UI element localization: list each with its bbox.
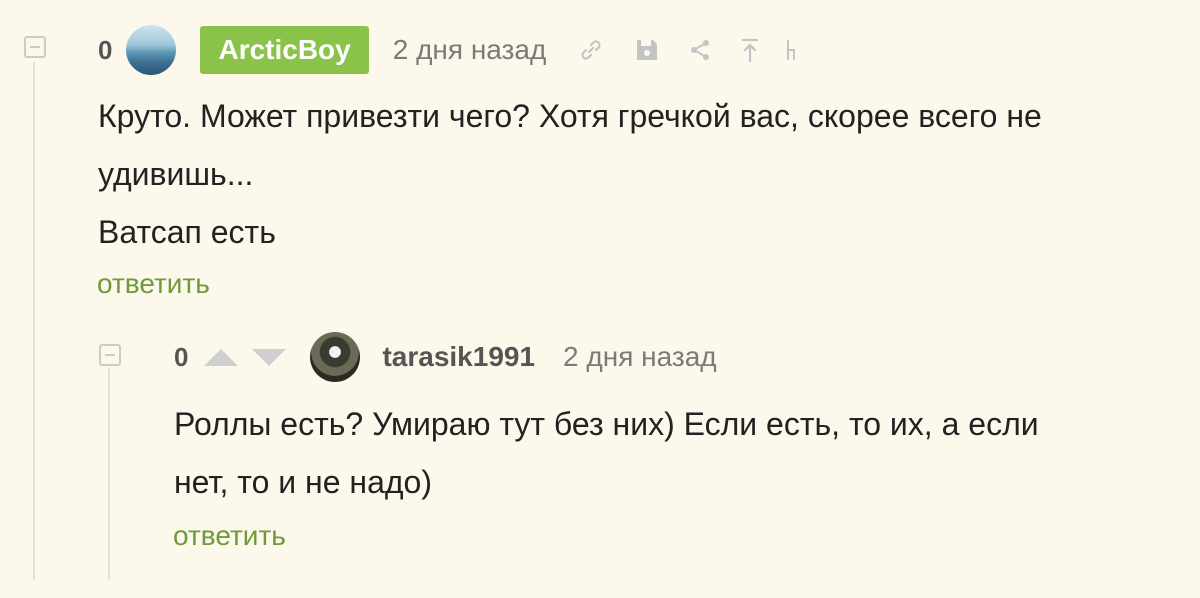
share-icon[interactable] xyxy=(688,39,712,61)
comment-rating: 0 xyxy=(98,34,113,65)
avatar[interactable] xyxy=(126,25,177,75)
thread-line-reply[interactable] xyxy=(108,368,110,580)
vote-up-icon[interactable] xyxy=(204,348,239,366)
comment-text-line: Круто. Может привезти чего? Хотя гречкой… xyxy=(98,98,1042,134)
comment-text-line: Ватсап есть xyxy=(98,214,276,250)
comment-text-line: Роллы есть? Умираю тут без них) Если ест… xyxy=(174,406,1039,442)
comment-time[interactable]: 2 дня назад xyxy=(563,341,717,373)
thread-line-root[interactable] xyxy=(33,62,35,580)
comment-text: Круто. Может привезти чего? Хотя гречкой… xyxy=(98,87,1042,261)
vote-down-icon[interactable] xyxy=(252,348,287,366)
comment-text-line: удивишь... xyxy=(98,156,254,192)
scroll-up-icon[interactable] xyxy=(738,37,762,63)
avatar[interactable] xyxy=(310,332,361,382)
collapse-button[interactable] xyxy=(24,36,46,58)
reply-link[interactable]: ответить xyxy=(173,520,286,552)
author-name[interactable]: tarasik1991 xyxy=(382,341,535,373)
branch-icon[interactable] xyxy=(782,38,802,62)
save-icon[interactable] xyxy=(634,38,660,62)
comment-rating: 0 xyxy=(174,341,189,372)
comment-header: 0 tarasik1991 2 дня назад xyxy=(174,332,717,382)
author-badge[interactable]: ArcticBoy xyxy=(200,26,369,74)
link-icon[interactable] xyxy=(578,39,604,61)
comment-text: Роллы есть? Умираю тут без них) Если ест… xyxy=(174,395,1039,511)
comment-text-line: нет, то и не надо) xyxy=(174,464,432,500)
reply-link[interactable]: ответить xyxy=(97,268,210,300)
comment-header: 0 ArcticBoy 2 дня назад xyxy=(98,25,802,75)
comment-time[interactable]: 2 дня назад xyxy=(393,34,547,66)
collapse-button[interactable] xyxy=(99,344,121,366)
